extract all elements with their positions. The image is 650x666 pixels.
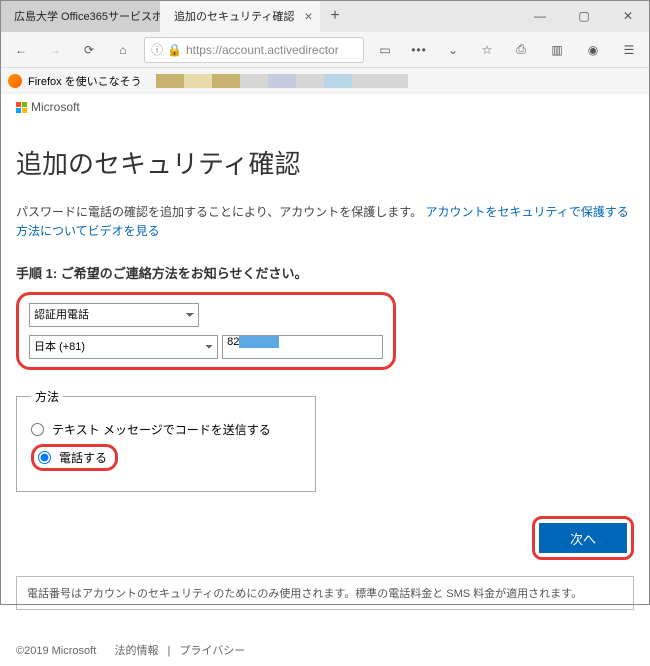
- maximize-button[interactable]: ▢: [562, 0, 606, 32]
- radio-call-highlight: 電話する: [31, 444, 118, 471]
- library-icon[interactable]: ⎙: [508, 37, 534, 63]
- forward-button: →: [42, 37, 68, 63]
- sidebar-icon[interactable]: ▥: [544, 37, 570, 63]
- radio-call-label: 電話する: [59, 449, 107, 466]
- tab-title: 追加のセキュリティ確認: [174, 8, 294, 24]
- legal-link[interactable]: 法的情報: [114, 645, 158, 657]
- contact-method-box: 認証用電話 日本 (+81) 82: [16, 292, 396, 370]
- browser-tab-2[interactable]: 追加のセキュリティ確認 ×: [160, 0, 320, 32]
- microsoft-label: Microsoft: [31, 100, 80, 114]
- step-title: 手順 1: ご希望のご連絡方法をお知らせください。: [16, 263, 634, 282]
- minimize-button[interactable]: —: [518, 0, 562, 32]
- phone-number-input[interactable]: 82: [222, 335, 383, 359]
- window-titlebar: 広島大学 Office365サービスポー × 追加のセキュリティ確認 × + —…: [0, 0, 650, 32]
- menu-icon[interactable]: ☰: [616, 37, 642, 63]
- decorative-stripes: [156, 74, 408, 88]
- info-icon: ⓘ: [151, 41, 163, 58]
- pocket-icon[interactable]: ⌄: [440, 37, 466, 63]
- page-actions-icon[interactable]: •••: [406, 37, 432, 63]
- radio-sms[interactable]: [31, 423, 44, 436]
- next-button-highlight: 次へ: [532, 516, 634, 560]
- reader-icon[interactable]: ▭: [372, 37, 398, 63]
- page-description: パスワードに電話の確認を追加することにより、アカウントを保護します。 アカウント…: [16, 203, 634, 241]
- lock-icon: 🔒: [167, 43, 182, 57]
- bookmark-label[interactable]: Firefox を使いこなそう: [28, 73, 142, 89]
- close-icon[interactable]: ×: [304, 8, 312, 24]
- privacy-link[interactable]: プライバシー: [179, 645, 245, 657]
- method-fieldset: 方法 テキスト メッセージでコードを送信する 電話する: [16, 388, 316, 492]
- home-button[interactable]: ⌂: [110, 37, 136, 63]
- new-tab-button[interactable]: +: [320, 0, 350, 32]
- url-bar[interactable]: ⓘ 🔒 https://account.activedirector: [144, 37, 364, 63]
- page-content: Microsoft 追加のセキュリティ確認 パスワードに電話の確認を追加すること…: [0, 94, 650, 610]
- reload-button[interactable]: ⟳: [76, 37, 102, 63]
- microsoft-icon: [16, 102, 27, 113]
- browser-navbar: ← → ⟳ ⌂ ⓘ 🔒 https://account.activedirect…: [0, 32, 650, 68]
- page-footer: ©2019 Microsoft 法的情報 | プライバシー: [0, 634, 650, 666]
- phone-usage-note: 電話番号はアカウントのセキュリティのためにのみ使用されます。標準の電話料金と S…: [16, 576, 634, 610]
- page-title: 追加のセキュリティ確認: [16, 144, 634, 181]
- microsoft-logo: Microsoft: [16, 100, 634, 114]
- bookmark-bar: Firefox を使いこなそう: [0, 68, 650, 94]
- close-window-button[interactable]: ✕: [606, 0, 650, 32]
- radio-sms-label: テキスト メッセージでコードを送信する: [52, 421, 271, 438]
- url-text: https://account.activedirector: [186, 43, 339, 57]
- copyright: ©2019 Microsoft: [16, 645, 96, 657]
- auth-method-select[interactable]: 認証用電話: [29, 303, 199, 327]
- country-select[interactable]: 日本 (+81): [29, 335, 218, 359]
- next-button[interactable]: 次へ: [539, 523, 627, 553]
- phone-masked: [239, 336, 279, 348]
- back-button[interactable]: ←: [8, 37, 34, 63]
- tab-title: 広島大学 Office365サービスポー: [14, 8, 160, 24]
- radio-call[interactable]: [38, 451, 51, 464]
- fieldset-legend: 方法: [31, 388, 63, 405]
- firefox-icon: [8, 74, 22, 88]
- star-icon[interactable]: ☆: [474, 37, 500, 63]
- browser-tab-1[interactable]: 広島大学 Office365サービスポー ×: [0, 0, 160, 32]
- account-icon[interactable]: ◉: [580, 37, 606, 63]
- radio-sms-row[interactable]: テキスト メッセージでコードを送信する: [31, 421, 301, 438]
